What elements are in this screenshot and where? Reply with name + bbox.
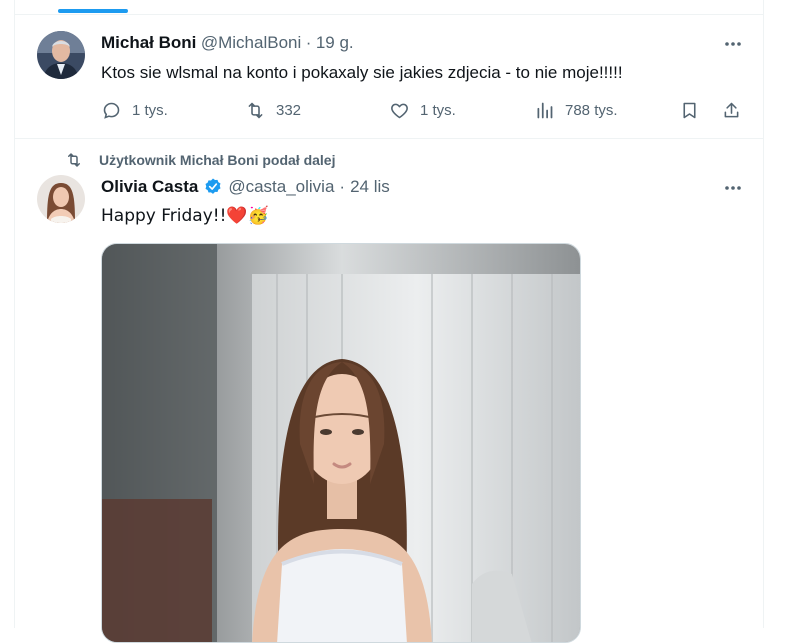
- divider: [15, 14, 763, 15]
- more-icon[interactable]: [722, 177, 744, 199]
- avatar[interactable]: [37, 175, 85, 223]
- avatar[interactable]: [37, 31, 85, 79]
- timeline-column: Michał Boni @MichalBoni · 19 g. Ktos sie…: [14, 0, 764, 643]
- views-button[interactable]: 788 tys.: [534, 100, 618, 121]
- retweet-count: 332: [276, 102, 302, 119]
- bookmark-button[interactable]: [679, 100, 700, 121]
- reply-button[interactable]: 1 tys.: [101, 100, 168, 121]
- reply-icon: [103, 102, 120, 119]
- view-count: 788 tys.: [565, 102, 618, 119]
- like-count: 1 tys.: [420, 102, 456, 119]
- author-name[interactable]: Michał Boni: [101, 33, 196, 52]
- retweet-icon: [248, 102, 263, 119]
- tweet-text: Ktos sie wlsmal na konto i pokaxaly sie …: [101, 63, 623, 82]
- reply-count: 1 tys.: [132, 102, 168, 119]
- tweet-time[interactable]: 24 lis: [350, 177, 390, 197]
- retweet-banner-text: Użytkownik Michał Boni podał dalej: [99, 152, 336, 168]
- active-tab-indicator: [58, 9, 128, 13]
- bookmark-icon: [683, 102, 696, 119]
- verified-icon: [205, 178, 221, 194]
- views-icon: [537, 102, 553, 119]
- tweet-divider: [15, 138, 763, 139]
- retweet-icon: [68, 153, 80, 167]
- like-button[interactable]: 1 tys.: [389, 100, 456, 121]
- tweet-header: Michał Boni @MichalBoni · 19 g.: [101, 33, 354, 53]
- tweet-time[interactable]: 19 g.: [316, 33, 354, 52]
- separator-dot: ·: [305, 33, 312, 52]
- share-icon: [724, 102, 739, 118]
- tweet-photo[interactable]: [101, 243, 581, 643]
- author-handle[interactable]: @casta_olivia: [228, 177, 334, 197]
- tweet-header: Olivia Casta @casta_olivia · 24 lis: [101, 177, 390, 197]
- share-button[interactable]: [721, 100, 742, 121]
- like-icon: [391, 103, 408, 119]
- separator-dot: ·: [339, 177, 346, 196]
- author-handle[interactable]: @MichalBoni: [201, 33, 301, 52]
- author-name[interactable]: Olivia Casta: [101, 177, 198, 197]
- retweet-button[interactable]: 332: [245, 100, 301, 121]
- more-icon[interactable]: [722, 33, 744, 55]
- tweet-text: Happy Friday!!❤️🥳: [101, 206, 269, 226]
- retweet-banner[interactable]: Użytkownik Michał Boni podał dalej: [65, 151, 335, 169]
